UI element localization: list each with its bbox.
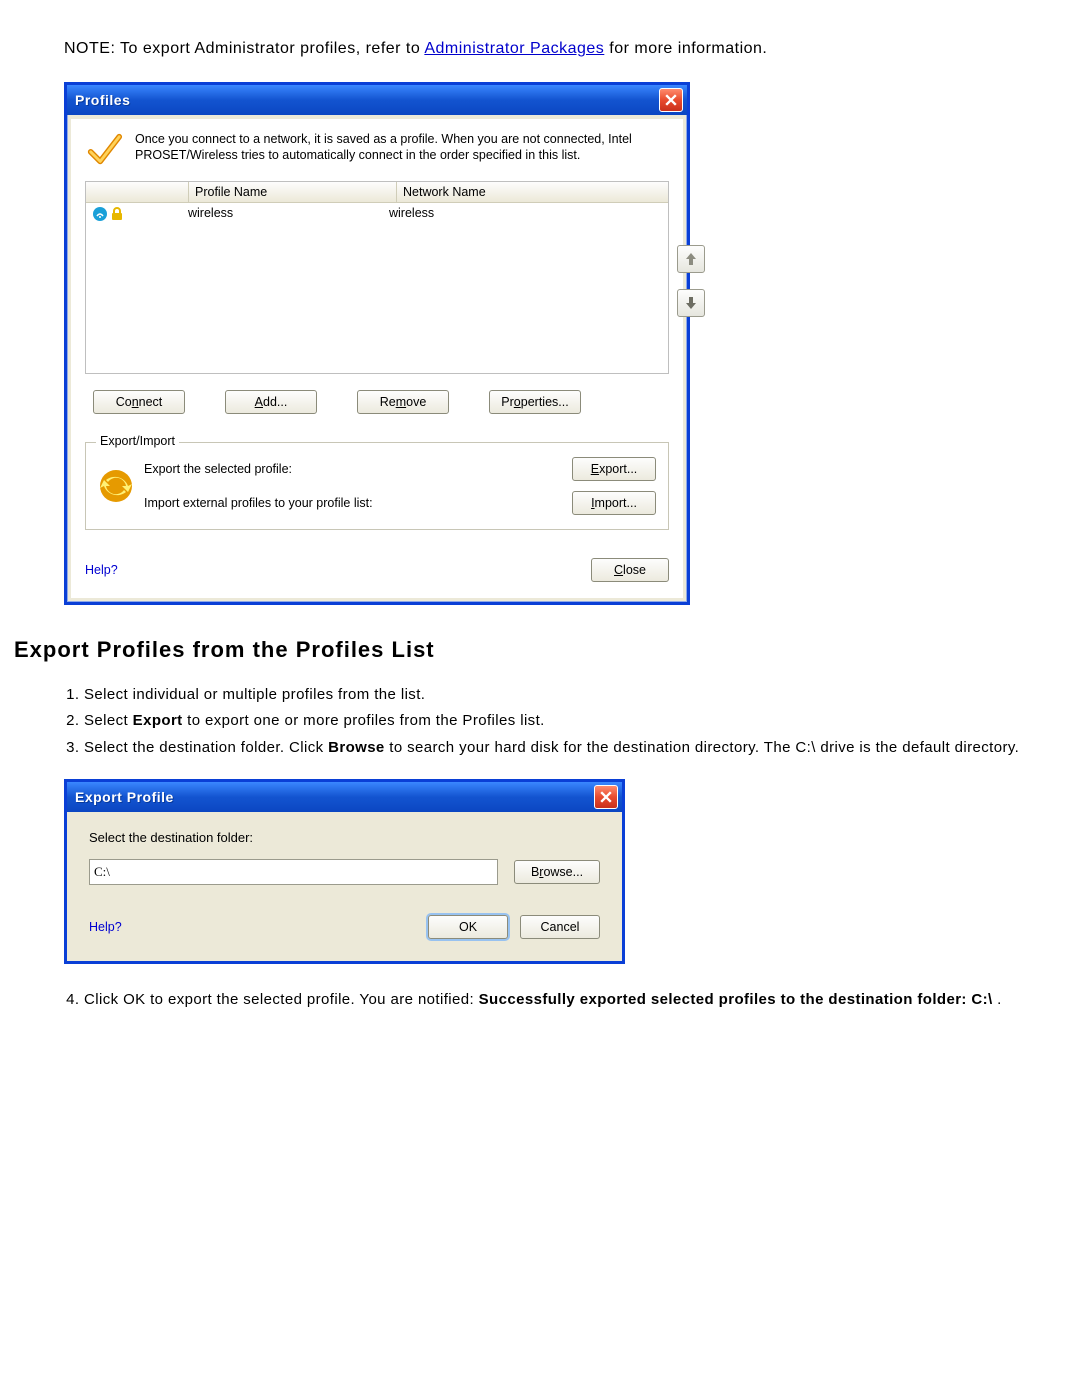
titlebar: Export Profile — [67, 782, 622, 812]
move-up-button[interactable] — [677, 245, 705, 273]
profiles-dialog: Profiles Once you connect to a network, … — [64, 82, 690, 605]
close-icon[interactable] — [659, 88, 683, 112]
help-link[interactable]: Help? — [89, 920, 122, 934]
padlock-icon — [110, 207, 124, 221]
import-label: Import external profiles to your profile… — [144, 496, 572, 510]
profile-list[interactable]: Profile Name Network Name wireless wirel… — [85, 181, 669, 374]
connect-button[interactable]: Connect — [93, 390, 185, 414]
ok-button[interactable]: OK — [428, 915, 508, 939]
help-link[interactable]: Help? — [85, 563, 118, 577]
intro-text: Once you connect to a network, it is sav… — [135, 131, 669, 169]
add-button[interactable]: Add... — [225, 390, 317, 414]
export-import-group: Export/Import Export the selected profil… — [85, 442, 669, 530]
properties-button[interactable]: Properties... — [489, 390, 581, 414]
list-header: Profile Name Network Name — [86, 182, 668, 203]
step-item: Select individual or multiple profiles f… — [84, 683, 1026, 706]
admin-packages-link[interactable]: Administrator Packages — [424, 40, 604, 57]
checkmark-icon — [85, 131, 123, 169]
arrow-up-icon — [685, 252, 697, 266]
browse-button[interactable]: Browse... — [514, 860, 600, 884]
destination-label: Select the destination folder: — [89, 830, 600, 845]
export-profile-dialog: Export Profile Select the destination fo… — [64, 779, 625, 964]
step-item: Select Export to export one or more prof… — [84, 709, 1026, 732]
section-heading: Export Profiles from the Profiles List — [14, 637, 1066, 663]
sync-icon — [98, 468, 134, 504]
titlebar: Profiles — [67, 85, 687, 115]
dialog-title: Export Profile — [75, 789, 174, 805]
export-label: Export the selected profile: — [144, 462, 572, 476]
export-button[interactable]: Export... — [572, 457, 656, 481]
dialog-title: Profiles — [75, 92, 130, 108]
arrow-down-icon — [685, 296, 697, 310]
list-item[interactable]: wireless wireless — [86, 203, 668, 225]
signal-icon — [92, 206, 108, 222]
remove-button[interactable]: Remove — [357, 390, 449, 414]
note-text: NOTE: To export Administrator profiles, … — [64, 40, 1066, 58]
move-down-button[interactable] — [677, 289, 705, 317]
close-icon[interactable] — [594, 785, 618, 809]
step-item: Select the destination folder. Click Bro… — [84, 736, 1026, 759]
import-button[interactable]: Import... — [572, 491, 656, 515]
close-button[interactable]: Close — [591, 558, 669, 582]
groupbox-label: Export/Import — [96, 434, 179, 448]
cancel-button[interactable]: Cancel — [520, 915, 600, 939]
step-item: Click OK to export the selected profile.… — [84, 988, 1026, 1011]
folder-input[interactable] — [89, 859, 498, 885]
